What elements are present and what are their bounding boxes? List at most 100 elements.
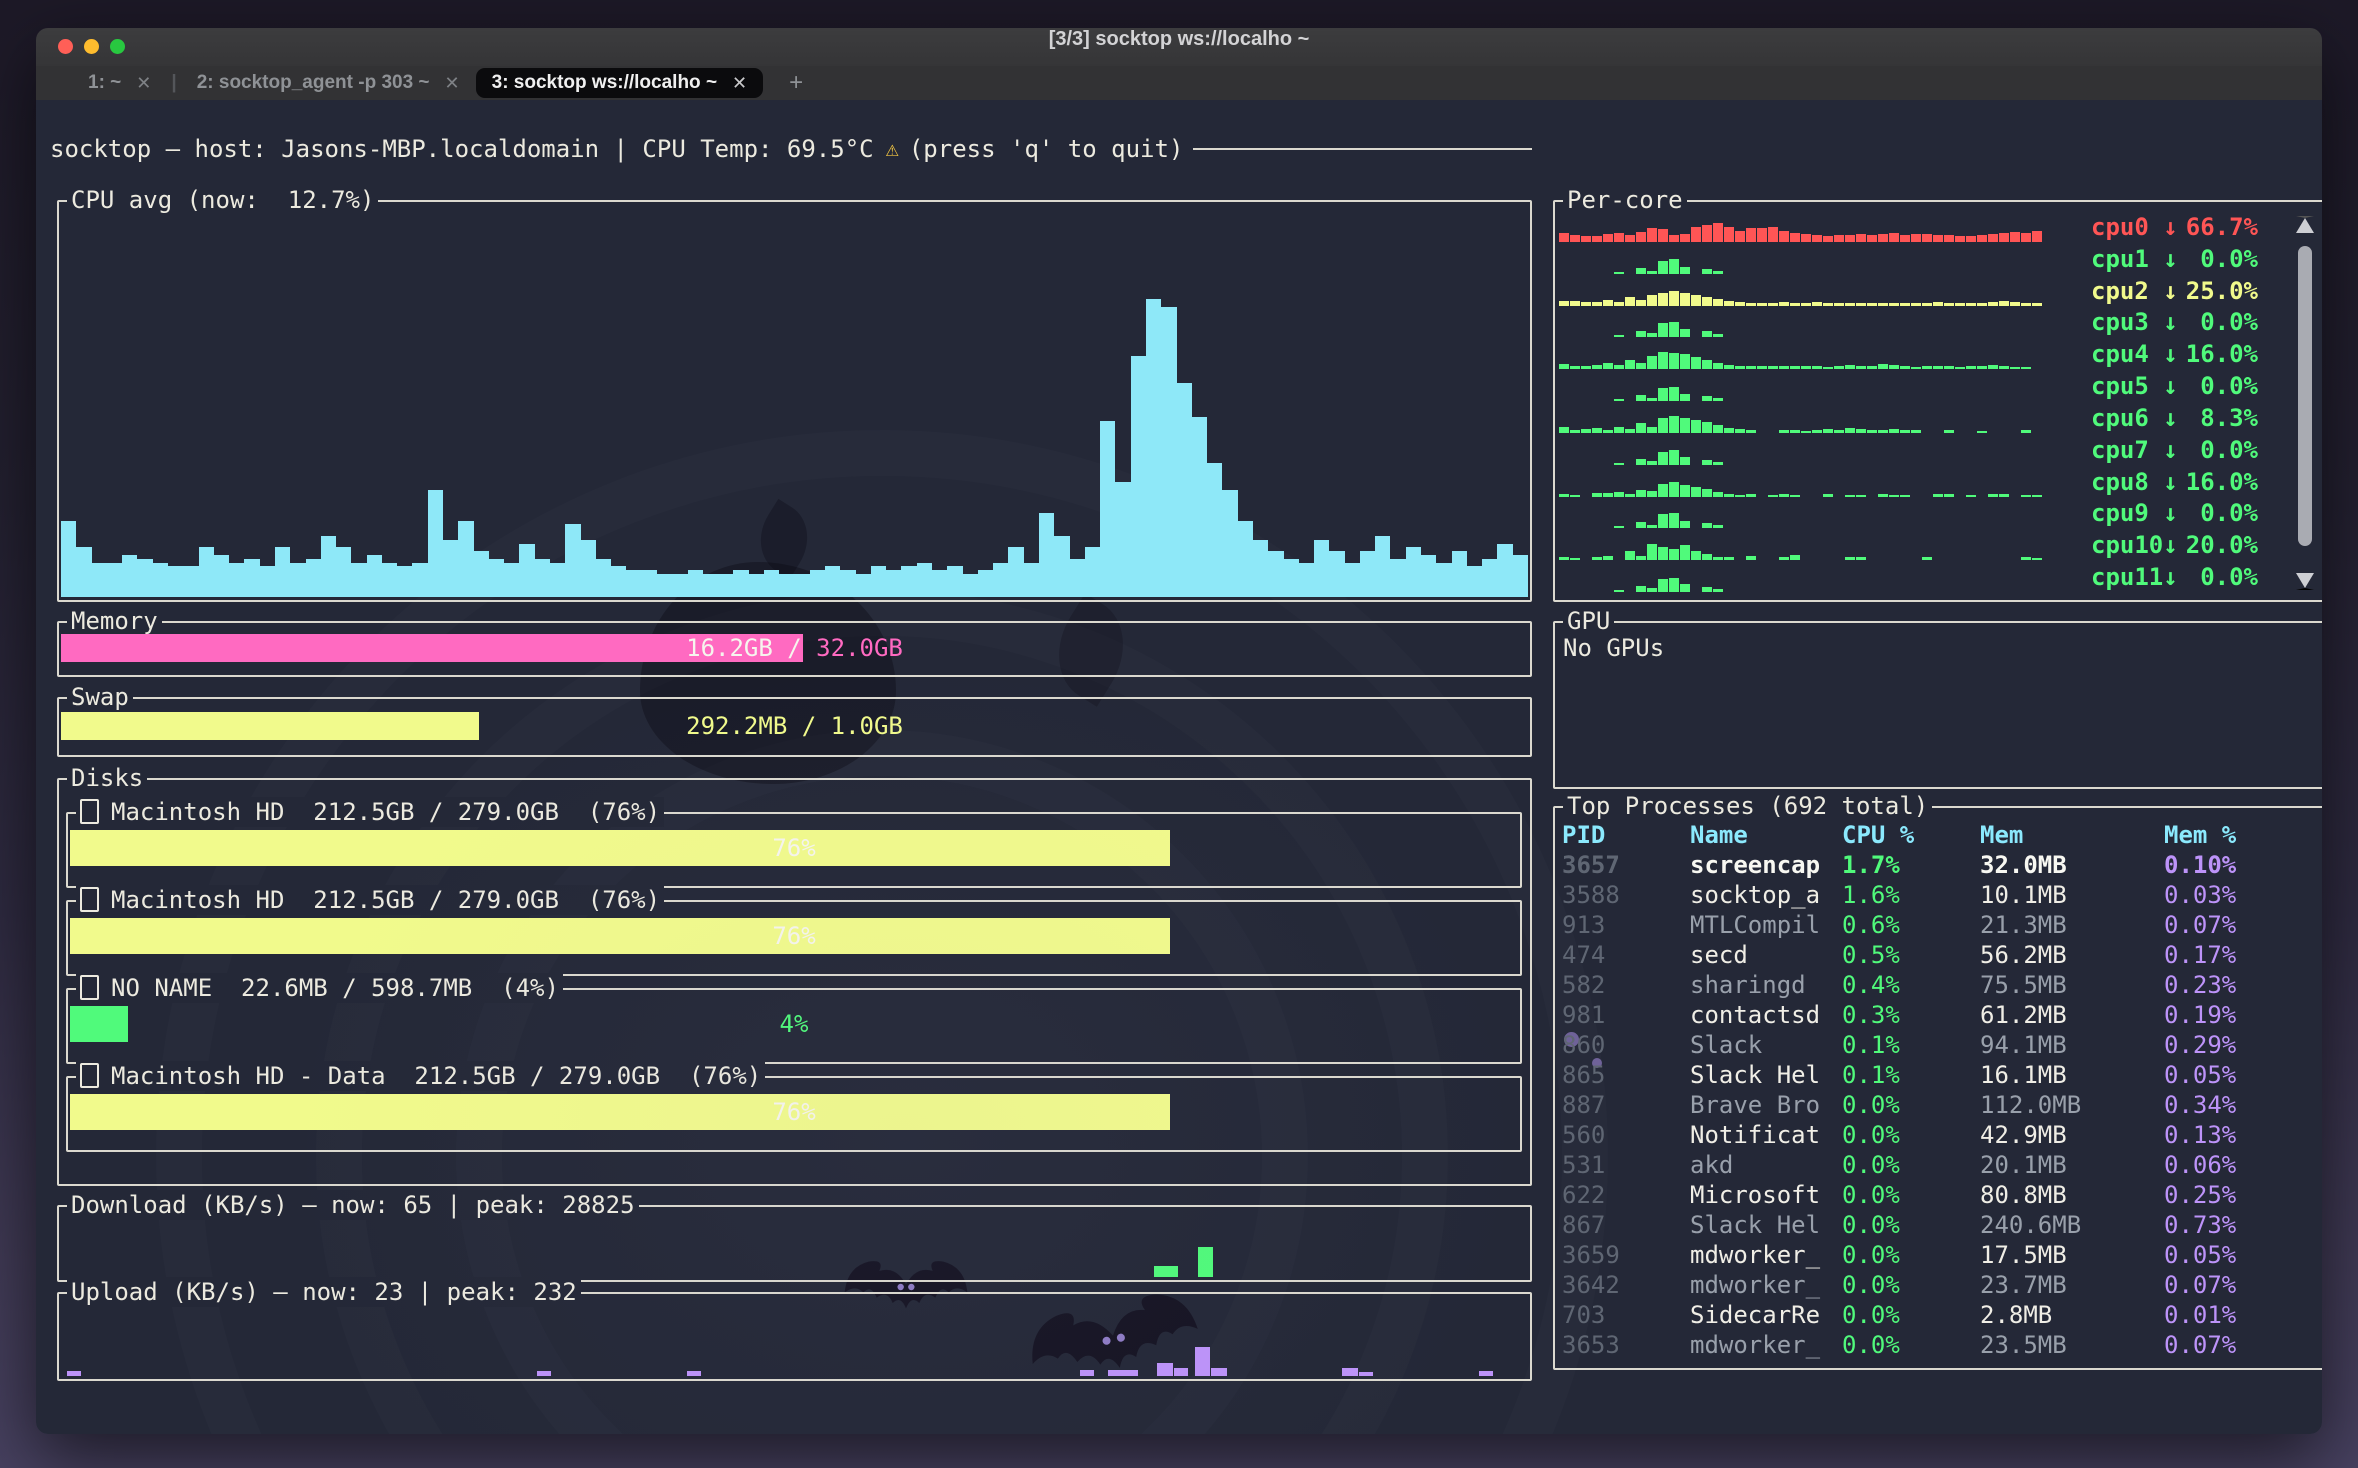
maximize-window-button[interactable] — [110, 39, 125, 54]
cpu-history-bar — [932, 570, 947, 597]
sparkline-bar — [1680, 354, 1690, 369]
sparkline-bar — [1889, 365, 1899, 369]
cpu-history-bar — [519, 544, 534, 597]
process-pid: 560 — [1562, 1120, 1690, 1150]
sparkline-bar — [1636, 586, 1646, 592]
cpu-history-bar — [275, 547, 290, 597]
cpu-history-bar — [1452, 551, 1467, 597]
minimize-window-button[interactable] — [84, 39, 99, 54]
sparkline-bar — [1647, 588, 1657, 592]
sparkline-bar — [1658, 323, 1668, 337]
cpu-history-bar — [1497, 544, 1512, 597]
process-name: Slack Hel — [1690, 1060, 1842, 1090]
per-core-row: cpu2 ↓25.0% — [1559, 276, 2316, 306]
sparkline-bar — [1944, 494, 1954, 497]
per-core-panel: Per-core cpu0 ↓66.7%cpu1 ↓0.0%cpu2 ↓25.0… — [1553, 200, 2322, 602]
sparkline-bar — [1669, 513, 1679, 528]
process-mem: 42.9MB — [1980, 1120, 2164, 1150]
sparkline-bar — [1581, 366, 1591, 369]
sparkline-bar — [1911, 234, 1921, 242]
sparkline-bar — [1691, 420, 1701, 433]
process-row: 3659mdworker_0.0%17.5MB0.05% — [1562, 1240, 2318, 1270]
terminal-screen[interactable]: socktop — host: Jasons-MBP.localdomain |… — [36, 100, 2322, 1434]
process-pid: 981 — [1562, 1000, 1690, 1030]
process-cpu: 0.0% — [1842, 1270, 1980, 1300]
cpu-history-bar — [672, 574, 687, 597]
process-pid: 3642 — [1562, 1270, 1690, 1300]
header-rule — [1193, 148, 1532, 150]
process-row: 887Brave Bro0.0%112.0MB0.34% — [1562, 1090, 2318, 1120]
tab-close-icon[interactable]: ✕ — [136, 73, 151, 94]
sparkline-bar — [1900, 495, 1910, 497]
sparkline-bar — [1790, 233, 1800, 242]
tab-3[interactable]: 3: socktop ws://localho ~✕ — [476, 68, 764, 98]
process-name: Slack — [1690, 1030, 1842, 1060]
per-core-sparkline — [1559, 212, 2079, 242]
sparkline-bar — [1900, 303, 1910, 306]
sparkline-bar — [1790, 366, 1800, 369]
core-usage-value: 25.0% — [2186, 276, 2258, 306]
process-mem: 16.1MB — [1980, 1060, 2164, 1090]
sparkline-bar — [1680, 329, 1690, 337]
sparkline-bar — [1636, 459, 1646, 465]
sparkline-bar — [1900, 430, 1910, 433]
process-name: mdworker_ — [1690, 1270, 1842, 1300]
scroll-down-icon[interactable] — [2296, 573, 2314, 590]
quit-hint: (press 'q' to quit) — [909, 135, 1184, 163]
core-usage-value: 16.0% — [2186, 339, 2258, 369]
sparkline-bar — [1570, 235, 1580, 242]
sparkline-bar — [1779, 557, 1789, 560]
tab-2[interactable]: 2: socktop_agent -p 303 ~✕ — [181, 68, 476, 98]
window-titlebar[interactable]: [3/3] socktop ws://localho ~ — [36, 28, 2322, 66]
cpu-history-bar — [856, 574, 871, 597]
disk-usage-label: 76% — [70, 918, 1518, 954]
scroll-up-icon[interactable] — [2296, 216, 2314, 233]
disk-usage-gauge: 76% — [70, 830, 1518, 866]
sparkline-bar — [1966, 236, 1976, 242]
process-pid: 3653 — [1562, 1330, 1690, 1360]
sparkline-bar — [1768, 303, 1778, 306]
sparkline-bar — [1878, 364, 1888, 369]
sparkline-bar — [1713, 299, 1723, 306]
column-mem: Mem — [1980, 820, 2164, 850]
process-mem-pct: 0.29% — [2164, 1030, 2318, 1060]
cpu-history-bar — [733, 570, 748, 597]
sparkline-bar — [1702, 331, 1712, 337]
sparkline-bar — [1988, 234, 1998, 242]
process-name: MTLCompil — [1690, 910, 1842, 940]
process-pid: 913 — [1562, 910, 1690, 940]
cpu-history-bar — [183, 566, 198, 597]
sparkline-bar — [1735, 495, 1745, 497]
scrollbar-thumb[interactable] — [2298, 246, 2312, 546]
per-core-sparkline — [1559, 307, 2079, 337]
sparkline-bar — [1845, 303, 1855, 306]
sparkline-bar — [1647, 295, 1657, 306]
cpu-history-bar — [199, 547, 214, 597]
process-cpu: 1.7% — [1842, 850, 1980, 880]
core-usage-value: 16.0% — [2186, 467, 2258, 497]
close-window-button[interactable] — [58, 39, 73, 54]
process-row: 865Slack Hel0.1%16.1MB0.05% — [1562, 1060, 2318, 1090]
new-tab-button[interactable]: + — [783, 68, 809, 98]
sparkline-bar — [1713, 557, 1723, 560]
per-core-sparkline — [1559, 276, 2079, 306]
sparkline-bar — [1559, 494, 1569, 497]
sparkline-bar — [1647, 461, 1657, 465]
sparkline-bar — [1735, 366, 1745, 369]
per-core-row: cpu6 ↓8.3% — [1559, 403, 2316, 433]
sparkline-bar — [1581, 429, 1591, 433]
tab-close-icon[interactable]: ✕ — [445, 73, 460, 94]
per-core-row: cpu5 ↓0.0% — [1559, 371, 2316, 401]
cpu-history-bar — [779, 574, 794, 597]
tab-1[interactable]: 1: ~✕ — [72, 68, 167, 98]
upload-bar — [1211, 1368, 1227, 1376]
sparkline-bar — [1614, 590, 1624, 592]
cpu-history-bar — [581, 540, 596, 597]
sparkline-bar — [1702, 360, 1712, 369]
process-mem-pct: 0.25% — [2164, 1180, 2318, 1210]
sparkline-bar — [1713, 223, 1723, 242]
process-pid: 3588 — [1562, 880, 1690, 910]
tab-close-icon[interactable]: ✕ — [732, 73, 747, 94]
sparkline-bar — [1614, 427, 1624, 433]
cpu-history-bar — [901, 566, 916, 597]
